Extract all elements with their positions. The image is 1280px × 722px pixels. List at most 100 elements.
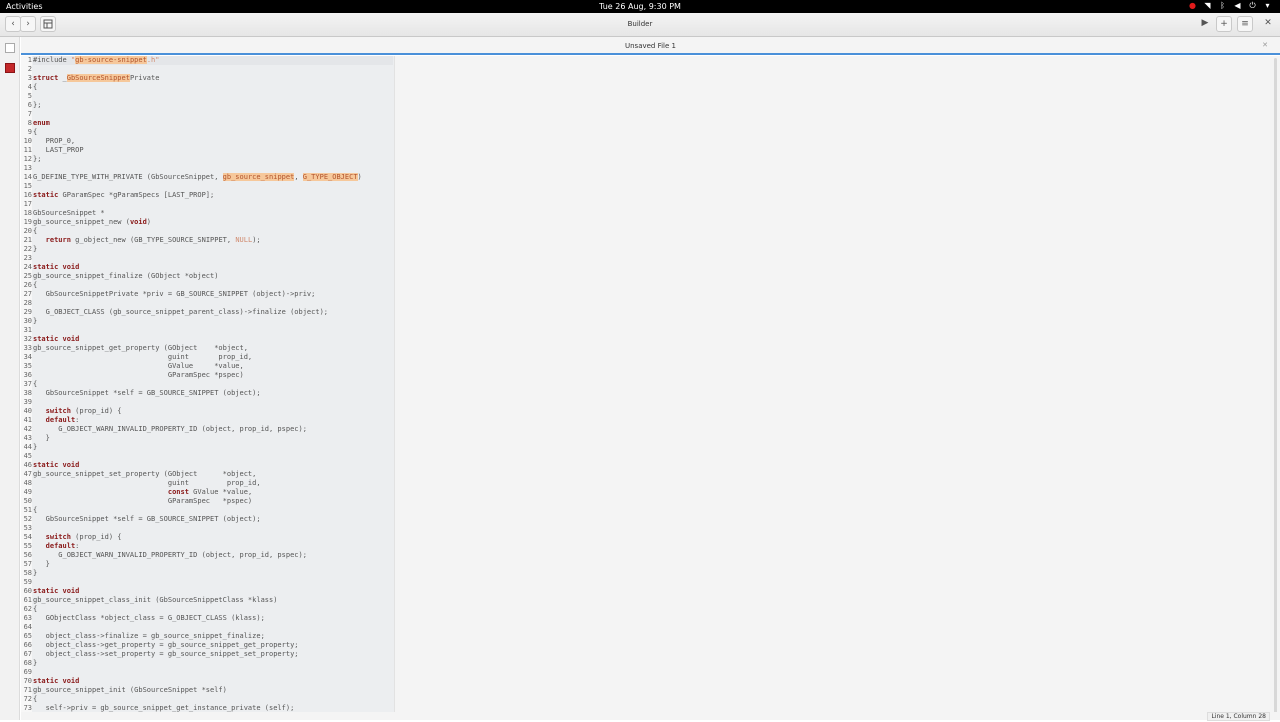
code-line[interactable]: GbSourceSnippet *self = GB_SOURCE_SNIPPE… [33,515,393,524]
code-line[interactable]: static void [33,335,393,344]
code-line[interactable]: #include "gb-source-snippet.h" [33,56,393,65]
code-line[interactable] [33,623,393,632]
code-line[interactable]: GbSourceSnippet * [33,209,393,218]
power-icon: ⏻ [1249,1,1256,10]
code-line[interactable]: GParamSpec *pspec) [33,497,393,506]
code-line[interactable]: } [33,659,393,668]
code-line[interactable] [33,110,393,119]
vertical-scrollbar[interactable] [1274,58,1277,713]
code-token: object_class->get_property = gb_source_s… [33,641,299,649]
code-text-area[interactable]: #include "gb-source-snippet.h" struct _Gb… [32,56,394,721]
code-line[interactable]: }; [33,101,393,110]
code-line[interactable] [33,65,393,74]
code-line[interactable]: { [33,605,393,614]
code-line[interactable]: { [33,128,393,137]
code-line[interactable]: static void [33,461,393,470]
code-line[interactable]: object_class->finalize = gb_source_snipp… [33,632,393,641]
code-line[interactable]: static void [33,263,393,272]
code-line[interactable]: guint prop_id, [33,353,393,362]
code-line[interactable] [33,668,393,677]
code-line[interactable]: G_OBJECT_CLASS (gb_source_snippet_parent… [33,308,393,317]
code-line[interactable]: object_class->set_property = gb_source_s… [33,650,393,659]
code-editor[interactable]: 1 2 3 4 5 6 7 8 9 10 11 12 13 14 15 16 17 18 19 20 21 22 23 24 2… [21,56,1280,721]
code-line[interactable] [33,299,393,308]
code-line[interactable]: GParamSpec *pspec) [33,371,393,380]
code-line[interactable]: gb_source_snippet_init (GbSourceSnippet … [33,686,393,695]
code-line[interactable]: { [33,83,393,92]
line-number: 7 [27,110,32,118]
code-line[interactable]: } [33,245,393,254]
run-button[interactable]: ▶ [1197,16,1213,32]
code-line[interactable]: GValue *value, [33,362,393,371]
code-line[interactable]: { [33,227,393,236]
code-line[interactable]: struct _GbSourceSnippetPrivate [33,74,393,83]
code-line[interactable]: return g_object_new (GB_TYPE_SOURCE_SNIP… [33,236,393,245]
menu-button[interactable]: ≡ [1237,16,1253,32]
code-line[interactable]: } [33,569,393,578]
code-line[interactable]: gb_source_snippet_new (void) [33,218,393,227]
close-button[interactable]: ✕ [1260,16,1276,32]
network-icon: ◥ [1204,1,1211,10]
code-line[interactable]: G_OBJECT_WARN_INVALID_PROPERTY_ID (objec… [33,425,393,434]
code-line[interactable] [33,200,393,209]
code-line[interactable]: gb_source_snippet_get_property (GObject … [33,344,393,353]
document-icon[interactable] [5,43,15,53]
line-number: 72 [23,695,32,703]
code-line[interactable] [33,398,393,407]
code-token: } [33,659,38,667]
debug-icon[interactable] [5,63,15,73]
code-line[interactable] [33,326,393,335]
code-line[interactable]: gb_source_snippet_set_property (GObject … [33,470,393,479]
code-token: { [33,605,38,613]
code-line[interactable]: enum [33,119,393,128]
code-line[interactable]: default: [33,416,393,425]
code-line[interactable]: } [33,434,393,443]
code-line[interactable]: } [33,317,393,326]
code-line[interactable]: { [33,506,393,515]
line-number: 17 [23,200,32,208]
code-line[interactable]: switch (prop_id) { [33,407,393,416]
clock[interactable]: Tue 26 Aug, 9:30 PM [0,2,1280,11]
code-line[interactable]: G_OBJECT_WARN_INVALID_PROPERTY_ID (objec… [33,551,393,560]
code-line[interactable]: static void [33,587,393,596]
document-tab[interactable]: Unsaved File 1 ✕ [21,37,1280,55]
code-line[interactable]: { [33,695,393,704]
add-button[interactable]: + [1216,16,1232,32]
code-line[interactable] [33,182,393,191]
line-number: 36 [23,371,32,379]
code-line[interactable] [33,254,393,263]
code-line[interactable]: }; [33,155,393,164]
document-close-icon[interactable]: ✕ [1262,41,1268,49]
window-title: Builder [627,20,653,28]
code-line[interactable]: G_DEFINE_TYPE_WITH_PRIVATE (GbSourceSnip… [33,173,393,182]
code-line[interactable]: static GParamSpec *gParamSpecs [LAST_PRO… [33,191,393,200]
code-line[interactable]: } [33,560,393,569]
code-line[interactable]: PROP_0, [33,137,393,146]
code-line[interactable]: } [33,443,393,452]
code-token: G_OBJECT_CLASS (gb_source_snippet_parent… [33,308,329,316]
code-line[interactable] [33,452,393,461]
code-token: PROP_0, [33,137,76,145]
code-token: LAST_PROP [33,146,84,154]
code-line[interactable]: gb_source_snippet_finalize (GObject *obj… [33,272,393,281]
code-line[interactable]: switch (prop_id) { [33,533,393,542]
code-line[interactable]: object_class->get_property = gb_source_s… [33,641,393,650]
system-tray[interactable]: ● ◥ ᛒ ◀ ⏻ ▾ [1188,1,1272,11]
code-line[interactable]: const GValue *value, [33,488,393,497]
code-line[interactable] [33,578,393,587]
code-line[interactable]: GbSourceSnippet *self = GB_SOURCE_SNIPPE… [33,389,393,398]
code-line[interactable]: LAST_PROP [33,146,393,155]
code-line[interactable]: guint prop_id, [33,479,393,488]
code-line[interactable]: { [33,380,393,389]
line-number: 24 [23,263,32,271]
code-line[interactable]: GbSourceSnippetPrivate *priv = GB_SOURCE… [33,290,393,299]
code-line[interactable] [33,164,393,173]
code-line[interactable]: GObjectClass *object_class = G_OBJECT_CL… [33,614,393,623]
code-token: GObjectClass *object_class = G_OBJECT_CL… [33,614,265,622]
code-line[interactable]: { [33,281,393,290]
code-line[interactable]: gb_source_snippet_class_init (GbSourceSn… [33,596,393,605]
code-line[interactable]: static void [33,677,393,686]
code-line[interactable] [33,524,393,533]
code-line[interactable] [33,92,393,101]
code-line[interactable]: default: [33,542,393,551]
